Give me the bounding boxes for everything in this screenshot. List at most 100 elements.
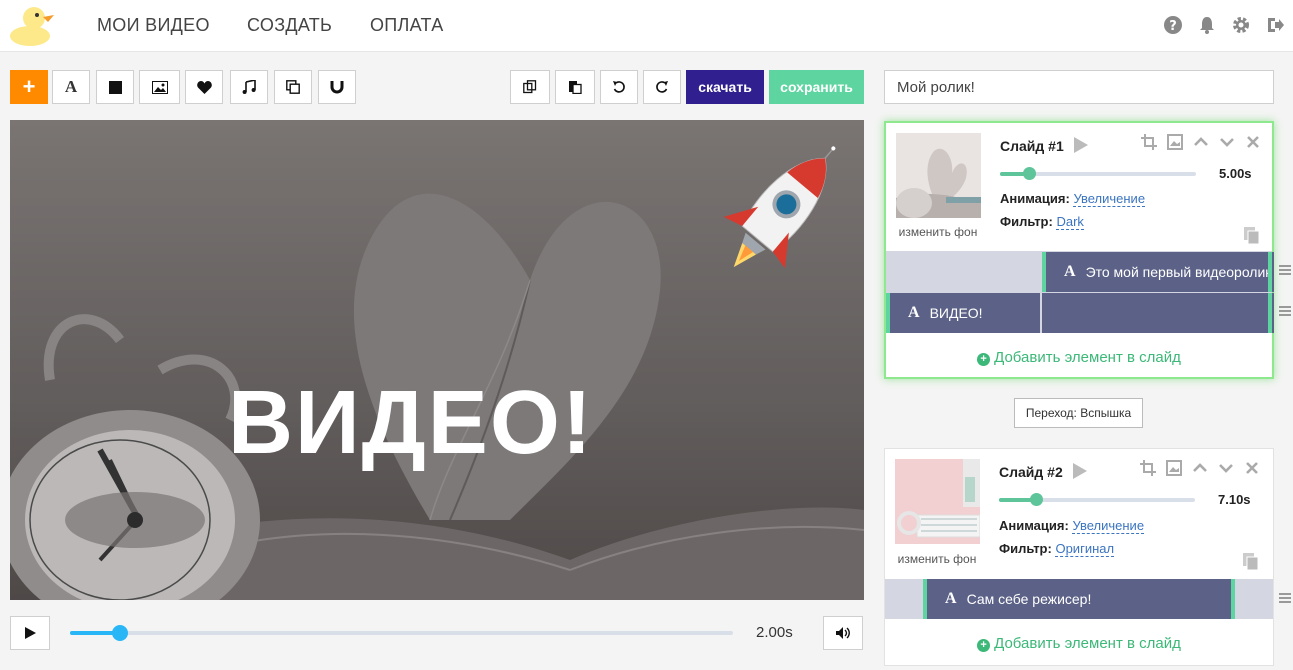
filter-label: Фильтр: — [1000, 214, 1053, 229]
slide-1-filter-link[interactable]: Dark — [1056, 214, 1084, 230]
slide-card-1[interactable]: изменить фон Слайд #1 5.00s Анимация: Ув… — [884, 121, 1274, 379]
undo-button[interactable] — [600, 70, 638, 104]
slide-2-copy-icon[interactable] — [1243, 553, 1259, 571]
slide-1-copy-icon[interactable] — [1244, 227, 1260, 245]
square-icon — [108, 80, 122, 94]
current-time: 2.00s — [756, 624, 793, 641]
slide-2-name: Слайд #2 — [999, 464, 1063, 480]
slide-1-add-element[interactable]: + Добавить элемент в слайд — [886, 349, 1272, 366]
slide-1-down-icon[interactable] — [1219, 134, 1235, 150]
player-controls: 2.00s — [0, 600, 874, 670]
nav-create[interactable]: СОЗДАТЬ — [247, 15, 332, 36]
bell-icon[interactable] — [1197, 15, 1217, 35]
play-icon — [24, 627, 36, 639]
slide-1-name: Слайд #1 — [1000, 138, 1064, 154]
help-icon[interactable]: ? — [1163, 15, 1183, 35]
slide-1-animation-link[interactable]: Увеличение — [1073, 191, 1146, 207]
add-button[interactable]: + — [10, 70, 48, 104]
layer-end-handle[interactable] — [1231, 579, 1235, 619]
slide-2-crop-icon[interactable] — [1140, 460, 1156, 476]
animation-label: Анимация: — [999, 518, 1069, 533]
slide-2-add-element[interactable]: + Добавить элемент в слайд — [885, 635, 1273, 652]
slide-2-filter-row: Фильтр: Оригинал — [999, 541, 1115, 557]
slide-2-up-icon[interactable] — [1192, 460, 1208, 476]
slide-2-close-icon[interactable] — [1244, 460, 1260, 476]
layer-end-handle[interactable] — [1268, 252, 1272, 292]
add-element-label: Добавить элемент в слайд — [994, 349, 1181, 366]
slide-2-duration: 7.10s — [1218, 492, 1251, 507]
top-bar: МОИ ВИДЕО СОЗДАТЬ ОПЛАТА ? — [0, 0, 1293, 52]
music-tool-button[interactable] — [230, 70, 268, 104]
redo-icon — [656, 81, 668, 93]
timeline-knob[interactable] — [111, 625, 128, 641]
slide-1-layer-2-extension[interactable] — [1042, 293, 1274, 333]
slide-1-thumbnail[interactable] — [896, 133, 981, 218]
slide-1-close-icon[interactable] — [1245, 134, 1261, 150]
magnet-icon — [330, 81, 344, 94]
slide-2-filter-link[interactable]: Оригинал — [1055, 541, 1115, 557]
slide-1-image-icon[interactable] — [1167, 134, 1183, 150]
magnet-tool-button[interactable] — [318, 70, 356, 104]
preview-title-text[interactable]: ВИДЕО! — [10, 378, 864, 468]
transition-button[interactable]: Переход: Вспышка — [1014, 398, 1143, 428]
undo-icon — [613, 81, 625, 93]
rocket-sticker[interactable] — [705, 132, 855, 292]
slide-2-layer-1[interactable]: A Сам себе режисер! — [923, 579, 1231, 619]
project-title-input[interactable] — [884, 70, 1274, 104]
image-icon — [151, 80, 168, 94]
animation-label: Анимация: — [1000, 191, 1070, 206]
slide-1-duration-track[interactable] — [1000, 167, 1196, 180]
slide-1-duration-knob[interactable] — [1023, 167, 1037, 180]
shape-tool-button[interactable] — [96, 70, 134, 104]
nav-my-videos[interactable]: МОИ ВИДЕО — [97, 15, 210, 36]
slide-2-animation-link[interactable]: Увеличение — [1072, 518, 1145, 534]
slide-1-up-icon[interactable] — [1193, 134, 1209, 150]
slide-1-animation-row: Анимация: Увеличение — [1000, 191, 1146, 207]
save-button[interactable]: сохранить — [769, 70, 864, 104]
slide-2-duration-track[interactable] — [999, 493, 1195, 506]
drag-handle-icon[interactable] — [1279, 306, 1291, 318]
music-icon — [242, 80, 256, 94]
slide-2-animation-row: Анимация: Увеличение — [999, 518, 1145, 534]
slide-2-play-icon[interactable] — [1073, 463, 1087, 479]
slide-1-layer-1[interactable]: A Это мой первый видеоролик — [1042, 252, 1274, 292]
slide-2-layers: A Сам себе режисер! — [885, 579, 1273, 619]
slide-1-change-bg[interactable]: изменить фон — [886, 225, 990, 239]
download-button[interactable]: скачать — [686, 70, 764, 104]
timeline-track[interactable] — [70, 625, 733, 641]
image-tool-button[interactable] — [139, 70, 180, 104]
layer-end-handle[interactable] — [1268, 293, 1272, 333]
duck-logo[interactable] — [8, 3, 56, 47]
slide-2-image-icon[interactable] — [1166, 460, 1182, 476]
slide-2-change-bg[interactable]: изменить фон — [885, 552, 989, 566]
duplicate-tool-button[interactable] — [274, 70, 312, 104]
plus-circle-icon: + — [977, 639, 991, 652]
copy-icon — [286, 80, 300, 94]
text-icon: A — [64, 77, 78, 96]
slide-2-thumbnail[interactable] — [895, 459, 980, 544]
gear-icon[interactable] — [1231, 15, 1251, 35]
text-tool-button[interactable]: A — [52, 70, 90, 104]
drag-handle-icon[interactable] — [1279, 265, 1291, 277]
volume-button[interactable] — [823, 616, 863, 650]
svg-text:?: ? — [1169, 19, 1177, 34]
slide-2-down-icon[interactable] — [1218, 460, 1234, 476]
redo-button[interactable] — [643, 70, 681, 104]
heart-icon — [196, 80, 212, 94]
sticker-tool-button[interactable] — [185, 70, 223, 104]
play-button[interactable] — [10, 616, 50, 650]
slide-1-play-icon[interactable] — [1074, 137, 1088, 153]
text-layer-icon: A — [1064, 263, 1076, 280]
slide-1-layer-2[interactable]: A ВИДЕО! — [886, 293, 1040, 333]
logout-icon[interactable] — [1265, 15, 1285, 35]
paste-button[interactable] — [555, 70, 595, 104]
slide-2-duration-knob[interactable] — [1030, 493, 1044, 506]
slide-card-2[interactable]: изменить фон Слайд #2 7.10s Анимация: Ув… — [884, 448, 1274, 666]
add-element-label: Добавить элемент в слайд — [994, 635, 1181, 652]
layer-arrange-button[interactable] — [510, 70, 550, 104]
video-preview[interactable]: ВИДЕО! — [10, 120, 864, 600]
layer-label: ВИДЕО! — [929, 305, 983, 321]
drag-handle-icon[interactable] — [1279, 593, 1291, 605]
slide-1-crop-icon[interactable] — [1141, 134, 1157, 150]
nav-payment[interactable]: ОПЛАТА — [370, 15, 444, 36]
